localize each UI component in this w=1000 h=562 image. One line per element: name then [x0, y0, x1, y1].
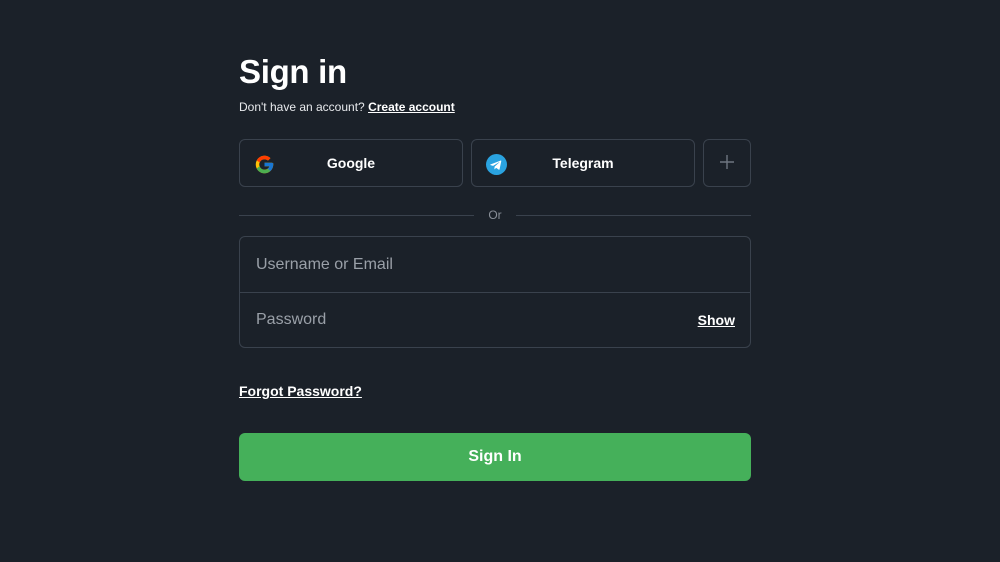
sign-in-button[interactable]: Sign In [239, 433, 751, 481]
telegram-login-button[interactable]: Telegram [471, 139, 695, 187]
plus-icon [719, 154, 735, 173]
social-login-row: Google Telegram [239, 139, 751, 187]
more-login-options-button[interactable] [703, 139, 751, 187]
or-divider: Or [239, 208, 751, 222]
google-icon [253, 153, 275, 175]
username-field-wrapper [240, 237, 750, 292]
sign-in-panel: Sign in Don't have an account? Create ac… [239, 52, 751, 481]
signup-prompt: Don't have an account? Create account [239, 99, 751, 115]
forgot-password-link[interactable]: Forgot Password? [239, 383, 362, 399]
password-field-wrapper: Show [240, 292, 750, 347]
show-password-button[interactable]: Show [698, 312, 735, 328]
credentials-fields: Show [239, 236, 751, 348]
page-title: Sign in [239, 53, 347, 90]
create-account-link[interactable]: Create account [368, 100, 455, 114]
signup-prompt-text: Don't have an account? [239, 100, 365, 114]
divider-line-right [515, 214, 751, 216]
telegram-icon [485, 153, 507, 175]
divider-line-left [239, 214, 475, 216]
password-input[interactable] [240, 293, 750, 347]
username-input[interactable] [240, 237, 750, 292]
divider-label: Or [488, 208, 502, 222]
google-login-button[interactable]: Google [239, 139, 463, 187]
